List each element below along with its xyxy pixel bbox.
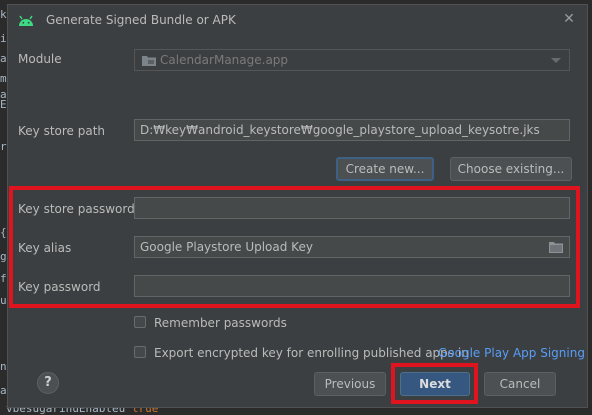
editor-glyph: r [0,140,7,153]
previous-button[interactable]: Previous [314,372,386,396]
dialog-title: Generate Signed Bundle or APK [46,13,236,27]
editor-glyph: u [0,294,7,307]
editor-glyph: a [0,52,7,65]
google-play-app-signing-link[interactable]: Google Play App Signing [438,346,585,360]
folder-icon[interactable] [549,241,563,253]
editor-glyph: E [0,98,7,111]
export-key-label: Export encrypted key for enrolling publi… [154,346,469,360]
key-password-label: Key password [18,280,101,294]
keystore-path-field[interactable]: D:₩key₩android_keystore₩google_playstore… [134,119,570,141]
editor-glyph: a [0,384,7,397]
editor-glyph: m [0,72,7,85]
remember-passwords-label: Remember passwords [154,316,287,330]
key-alias-value: Google Playstore Upload Key [140,240,313,254]
close-icon[interactable]: ✕ [561,11,577,27]
chevron-down-icon [551,58,561,63]
module-folder-icon [142,56,156,66]
android-icon [19,15,33,26]
next-button[interactable]: Next [400,372,470,396]
help-button[interactable]: ? [37,372,59,394]
remember-passwords-checkbox[interactable] [134,316,146,328]
editor-glyph: k [0,8,7,21]
keystore-password-label: Key store password [18,202,135,216]
keystore-path-label: Key store path [18,124,106,138]
key-alias-label: Key alias [18,241,72,255]
editor-glyph: f [0,272,7,285]
keystore-password-field[interactable] [134,197,570,219]
key-alias-field[interactable]: Google Playstore Upload Key [134,236,570,258]
generate-signed-bundle-dialog: Generate Signed Bundle or APK ✕ Module C… [7,4,588,408]
choose-existing-button[interactable]: Choose existing... [450,157,572,181]
module-label: Module [18,52,62,66]
editor-glyph: i [0,32,7,45]
editor-glyph: n [0,360,7,373]
editor-glyph: g [0,250,7,263]
create-new-button[interactable]: Create new... [336,157,434,181]
dialog-title-bar: Generate Signed Bundle or APK ✕ [8,5,587,37]
module-select[interactable]: CalendarManage.app [134,49,570,71]
editor-glyph: { [0,226,7,239]
key-password-field[interactable] [134,275,570,297]
export-key-checkbox[interactable] [134,346,146,358]
module-value: CalendarManage.app [160,53,289,67]
cancel-button[interactable]: Cancel [484,372,556,396]
